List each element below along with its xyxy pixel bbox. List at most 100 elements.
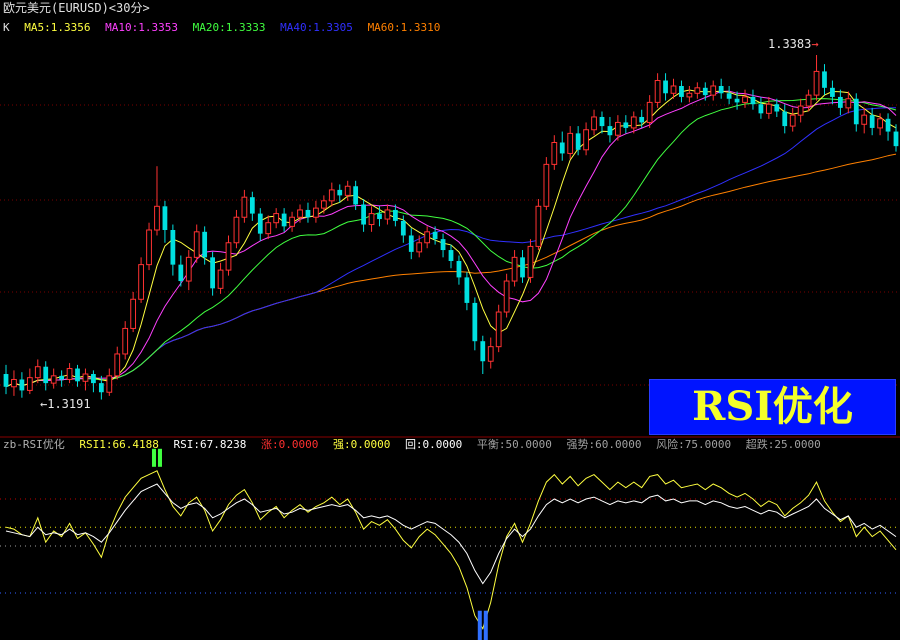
candle-body-down — [885, 118, 891, 132]
candle-body-down — [559, 142, 565, 154]
candle-body-down — [893, 131, 899, 147]
candle-body-up — [805, 94, 812, 107]
candle-body-down — [758, 104, 764, 114]
candle-body-down — [830, 87, 835, 97]
chart-canvas[interactable] — [0, 0, 900, 640]
candle-body-down — [782, 111, 788, 127]
pullback-value: 回:0.0000 — [404, 438, 463, 451]
candle-body-down — [480, 341, 486, 362]
rsi1-line — [5, 470, 897, 630]
candle-body-up — [241, 196, 248, 218]
candle-body-up — [765, 103, 772, 114]
candle-body-down — [822, 71, 827, 88]
candle-body-up — [11, 378, 17, 388]
candle-body-down — [869, 115, 875, 128]
candle-body-up — [495, 311, 502, 348]
candle-body-up — [670, 85, 677, 94]
candle-body-down — [575, 133, 581, 150]
candle-body-up — [686, 92, 693, 98]
candle-body-down — [353, 186, 359, 205]
candle-body-down — [281, 213, 287, 227]
high-price-value: 1.3383 — [768, 37, 812, 51]
candle-body-up — [273, 213, 280, 224]
candle-body-up — [614, 121, 621, 136]
oversold-value: 超跌:25.0000 — [745, 438, 821, 451]
rsi-value: RSI:67.8238 — [173, 438, 247, 451]
candle-body-down — [679, 85, 684, 97]
candle-body-down — [361, 204, 366, 225]
candle-body-up — [527, 245, 534, 278]
candle-body-down — [19, 379, 25, 391]
candle-body-down — [178, 264, 184, 282]
candle-body-down — [43, 366, 49, 384]
candle-body-up — [511, 256, 518, 282]
candle-body-down — [400, 220, 406, 236]
candle-body-up — [813, 70, 820, 96]
candle-body-up — [424, 231, 431, 244]
candle-body-up — [138, 264, 144, 300]
candle-body-up — [535, 205, 542, 247]
candle-body-up — [543, 163, 550, 207]
candle-body-up — [344, 185, 351, 196]
rsi-lines — [5, 470, 897, 630]
low-price-label: ←1.3191 — [40, 397, 91, 411]
candle-body-down — [607, 126, 613, 136]
candle-body-up — [694, 87, 701, 94]
candle-body-up — [654, 80, 661, 103]
candle-body-down — [718, 85, 724, 94]
candle-body-up — [789, 114, 796, 127]
candle-body-up — [861, 114, 868, 125]
candle-body-down — [663, 80, 668, 94]
rsi-grid — [0, 498, 900, 594]
candle-body-up — [66, 368, 73, 380]
candle-body-down — [639, 116, 645, 123]
candle-body-up — [193, 231, 200, 258]
candle-body-up — [106, 375, 113, 393]
ma-legend: K MA5:1.3356 MA10:1.3353 MA20:1.3333 MA4… — [0, 21, 448, 35]
ma-legend-label: K — [3, 21, 10, 34]
candle-body-up — [877, 118, 883, 129]
candle-body-up — [503, 280, 510, 313]
ma40-value: MA40:1.3305 — [280, 21, 353, 34]
candle-body-down — [750, 96, 756, 105]
candle-body-up — [630, 116, 637, 129]
ma5-line — [5, 89, 897, 388]
candle-body-up — [130, 298, 137, 329]
candle-body-up — [154, 205, 160, 231]
candle-body-up — [297, 209, 303, 218]
rsi-watermark: RSI优化 — [649, 379, 896, 435]
candle-body-down — [3, 374, 9, 387]
candle-body-up — [845, 98, 852, 109]
candle-body-up — [26, 377, 33, 391]
high-price-label: 1.3383→ — [768, 37, 819, 51]
candle-body-down — [202, 231, 208, 258]
candle-body-down — [91, 374, 96, 384]
candle-body-down — [734, 98, 740, 103]
candlestick-series — [3, 55, 899, 400]
candle-body-down — [162, 206, 168, 230]
ma20-value: MA20:1.3333 — [192, 21, 266, 34]
candle-body-up — [313, 207, 319, 218]
candle-body-up — [233, 216, 240, 244]
candle-body-up — [583, 129, 589, 151]
candle-body-down — [774, 104, 780, 112]
signal-bar-oversold — [477, 610, 482, 640]
arrow-right-icon: → — [811, 37, 819, 51]
candle-body-up — [320, 200, 327, 209]
rsi-legend: zb-RSI优化 RSI1:66.4188 RSI:67.8238 涨:0.00… — [0, 438, 829, 452]
balance-value: 平衡:50.0000 — [476, 438, 552, 451]
candle-body-down — [520, 257, 525, 278]
candle-body-down — [448, 250, 454, 261]
candle-body-down — [170, 230, 176, 265]
candle-body-down — [377, 213, 382, 220]
candle-body-up — [646, 101, 653, 123]
rsi-legend-label: zb-RSI优化 — [3, 438, 65, 451]
candle-body-down — [432, 231, 438, 240]
candle-body-up — [265, 222, 272, 235]
candle-body-up — [328, 189, 335, 202]
candle-body-down — [599, 116, 605, 127]
candle-body-down — [305, 209, 311, 218]
ma60-value: MA60:1.3310 — [367, 21, 441, 34]
candle-body-down — [75, 368, 80, 382]
rsi-signals — [151, 448, 488, 640]
